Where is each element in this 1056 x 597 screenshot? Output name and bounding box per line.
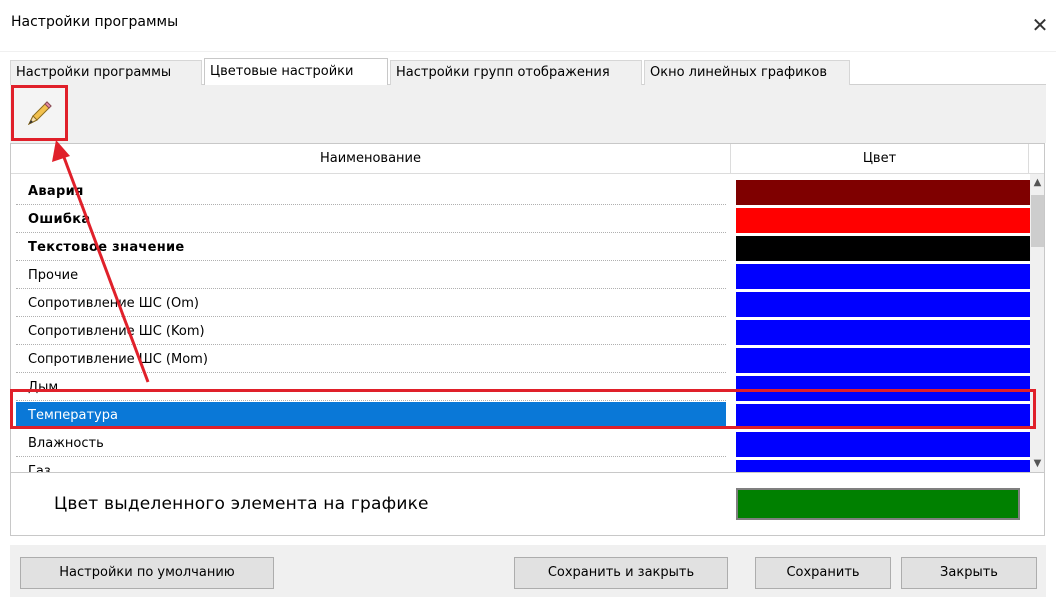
row-name: Прочие <box>16 262 726 289</box>
save-close-button[interactable]: Сохранить и закрыть <box>514 557 728 589</box>
row-name: Влажность <box>16 430 726 457</box>
column-header-name[interactable]: Наименование <box>11 144 731 174</box>
selected-element-color-swatch[interactable] <box>736 488 1020 520</box>
color-swatch[interactable] <box>736 348 1031 373</box>
color-swatch[interactable] <box>736 460 1031 472</box>
tab-display-groups[interactable]: Настройки групп отображения <box>390 60 642 85</box>
row-name: Газ <box>16 458 726 472</box>
row-name: Сопротивление ШС (Om) <box>16 290 726 317</box>
selected-element-panel: Цвет выделенного элемента на графике <box>10 473 1045 536</box>
tab-strip: Настройки программы Цветовые настройки Н… <box>10 58 1046 86</box>
close-icon[interactable]: ✕ <box>1024 14 1056 38</box>
table-row[interactable]: Ошибка <box>11 206 1031 234</box>
row-name: Сопротивление ШС (Mom) <box>16 346 726 373</box>
table-row[interactable]: Газ <box>11 458 1031 472</box>
toolbar <box>10 85 1046 143</box>
table-row[interactable]: Дым <box>11 374 1031 402</box>
vertical-scrollbar[interactable]: ▲ ▼ <box>1030 174 1044 472</box>
color-swatch[interactable] <box>736 432 1031 457</box>
color-swatch[interactable] <box>736 320 1031 345</box>
scroll-thumb[interactable] <box>1031 195 1044 247</box>
scroll-down-icon[interactable]: ▼ <box>1030 455 1044 472</box>
tab-line-charts[interactable]: Окно линейных графиков <box>644 60 850 85</box>
color-grid: Наименование Цвет Авария Ошибка Текстово… <box>10 143 1045 473</box>
color-swatch[interactable] <box>736 180 1031 205</box>
color-swatch[interactable] <box>736 236 1031 261</box>
table-row[interactable]: Текстовое значение <box>11 234 1031 262</box>
row-name: Температура <box>16 402 726 429</box>
table-row[interactable]: Сопротивление ШС (Mom) <box>11 346 1031 374</box>
color-swatch[interactable] <box>736 376 1031 401</box>
edit-button[interactable] <box>11 85 68 141</box>
button-bar: Настройки по умолчанию Сохранить и закры… <box>10 545 1046 597</box>
table-row[interactable]: Температура <box>11 402 1031 430</box>
row-name: Ошибка <box>16 206 726 233</box>
row-name: Сопротивление ШС (Kom) <box>16 318 726 345</box>
tab-program-settings[interactable]: Настройки программы <box>10 60 202 85</box>
column-header-color[interactable]: Цвет <box>731 144 1029 174</box>
row-name: Текстовое значение <box>16 234 726 261</box>
table-row[interactable]: Прочие <box>11 262 1031 290</box>
grid-header: Наименование Цвет <box>11 144 1044 174</box>
table-row[interactable]: Сопротивление ШС (Om) <box>11 290 1031 318</box>
tab-color-settings[interactable]: Цветовые настройки <box>204 58 388 86</box>
selected-element-label: Цвет выделенного элемента на графике <box>54 494 429 514</box>
grid-rows: Авария Ошибка Текстовое значение Прочие … <box>11 178 1031 472</box>
color-swatch[interactable] <box>736 292 1031 317</box>
table-row[interactable]: Авария <box>11 178 1031 206</box>
row-name: Дым <box>16 374 726 401</box>
defaults-button[interactable]: Настройки по умолчанию <box>20 557 274 589</box>
save-button[interactable]: Сохранить <box>755 557 891 589</box>
title-bar: Настройки программы ✕ <box>0 0 1056 52</box>
table-row[interactable]: Влажность <box>11 430 1031 458</box>
close-button[interactable]: Закрыть <box>901 557 1037 589</box>
color-swatch[interactable] <box>736 264 1031 289</box>
window-title: Настройки программы <box>11 14 179 30</box>
pencil-icon <box>27 101 52 126</box>
color-swatch[interactable] <box>736 404 1031 429</box>
table-row[interactable]: Сопротивление ШС (Kom) <box>11 318 1031 346</box>
row-name: Авария <box>16 178 726 205</box>
color-swatch[interactable] <box>736 208 1031 233</box>
scroll-up-icon[interactable]: ▲ <box>1030 174 1044 191</box>
